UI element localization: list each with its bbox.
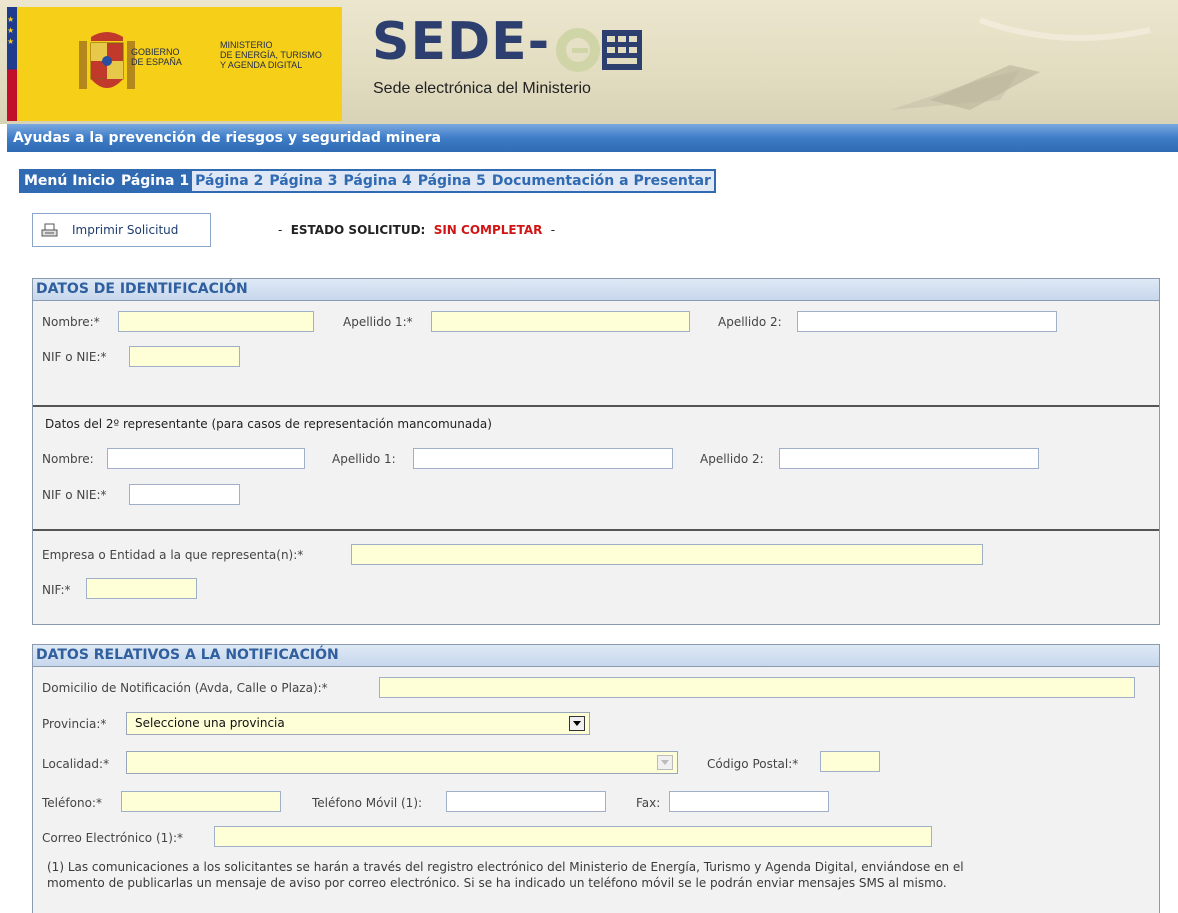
page-title: Ayudas a la prevención de riesgos y segu…: [7, 124, 1178, 152]
notification-footnote: (1) Las comunicaciones a los solicitante…: [47, 859, 964, 891]
notification-section-title: DATOS RELATIVOS A LA NOTIFICACIÓN: [33, 645, 1159, 667]
eu-stars-icon: ★ ★ ★: [7, 15, 15, 46]
tab-pagina-1[interactable]: Página 1: [117, 171, 193, 191]
apellido2-input[interactable]: [797, 311, 1057, 332]
nombre-label: Nombre:*: [42, 315, 100, 329]
printer-icon: [41, 223, 58, 236]
rep2-nombre-input[interactable]: [107, 448, 305, 469]
empresa-label: Empresa o Entidad a la que representa(n)…: [42, 548, 304, 562]
provincia-select[interactable]: Seleccione una provincia: [126, 712, 590, 735]
tab-menu-inicio[interactable]: Menú Inicio: [21, 171, 118, 191]
nif-input[interactable]: [129, 346, 240, 367]
tab-documentacion[interactable]: Documentación a Presentar: [489, 171, 714, 191]
telefono-label: Teléfono:*: [42, 796, 102, 810]
rep2-nif-label: NIF o NIE:*: [42, 488, 107, 502]
status-dash-left: -: [278, 223, 283, 237]
domicilio-input[interactable]: [379, 677, 1135, 698]
tab-pagina-2[interactable]: Página 2: [192, 171, 266, 191]
sede-subtitle: Sede electrónica del Ministerio: [373, 80, 591, 97]
government-logo-block: GOBIERNO DE ESPAÑA MINISTERIO DE ENERGÍA,…: [17, 7, 342, 121]
print-button[interactable]: Imprimir Solicitud: [32, 213, 211, 247]
correo-input[interactable]: [214, 826, 932, 847]
nombre-input[interactable]: [118, 311, 314, 332]
government-label: GOBIERNO DE ESPAÑA: [131, 47, 182, 67]
header-banner: ★ ★ ★ GOBIERNO DE ESPAÑA MINISTERIO DE ENER…: [0, 0, 1178, 124]
rep2-apellido1-input[interactable]: [413, 448, 673, 469]
tab-pagina-4[interactable]: Página 4: [341, 171, 415, 191]
second-representative-title: Datos del 2º representante (para casos d…: [45, 417, 492, 431]
coat-of-arms-icon: [79, 32, 135, 89]
provincia-select-value: Seleccione una provincia: [135, 716, 285, 730]
telefono-input[interactable]: [121, 791, 281, 812]
rep2-apellido2-label: Apellido 2:: [700, 452, 764, 466]
tab-pagina-5[interactable]: Página 5: [415, 171, 489, 191]
application-status: - ESTADO SOLICITUD: SIN COMPLETAR -: [278, 223, 555, 237]
rep2-apellido1-label: Apellido 1:: [332, 452, 396, 466]
print-button-label: Imprimir Solicitud: [72, 223, 179, 237]
chevron-down-icon: [657, 755, 673, 770]
sede-logo-text: SEDE-: [372, 12, 551, 72]
rep2-apellido2-input[interactable]: [779, 448, 1039, 469]
empresa-nif-label: NIF:*: [42, 583, 71, 597]
codigo-postal-label: Código Postal:*: [707, 757, 799, 771]
empresa-nif-input[interactable]: [86, 578, 197, 599]
tab-bar: Menú Inicio Página 1 Página 2 Página 3 P…: [19, 169, 716, 193]
decorative-background-image: [890, 17, 1151, 110]
chevron-down-icon: [569, 716, 585, 731]
rep2-nombre-label: Nombre:: [42, 452, 94, 466]
fax-input[interactable]: [669, 791, 829, 812]
footnote-line-2: momento de publicarlas un mensaje de avi…: [47, 876, 947, 890]
movil-label: Teléfono Móvil (1):: [312, 796, 423, 810]
localidad-label: Localidad:*: [42, 757, 110, 771]
status-dash-right: -: [550, 223, 556, 237]
codigo-postal-input[interactable]: [820, 751, 880, 772]
apellido1-label: Apellido 1:*: [343, 315, 413, 329]
sede-e-logo-icon: [556, 28, 600, 72]
rep2-nif-input[interactable]: [129, 484, 240, 505]
identification-section: DATOS DE IDENTIFICACIÓN Nombre:* Apellid…: [32, 278, 1160, 625]
company-block: Empresa o Entidad a la que representa(n)…: [33, 529, 1159, 624]
status-label: ESTADO SOLICITUD:: [290, 223, 426, 237]
ministry-label: MINISTERIO DE ENERGÍA, TURISMO Y AGENDA …: [220, 40, 322, 70]
correo-label: Correo Electrónico (1):*: [42, 831, 183, 845]
second-representative-block: Datos del 2º representante (para casos d…: [33, 405, 1159, 531]
provincia-label: Provincia:*: [42, 717, 107, 731]
tab-pagina-3[interactable]: Página 3: [266, 171, 340, 191]
apellido1-input[interactable]: [431, 311, 690, 332]
status-badge: SIN COMPLETAR: [433, 223, 543, 237]
nif-label: NIF o NIE:*: [42, 350, 107, 364]
empresa-input[interactable]: [351, 544, 983, 565]
domicilio-label: Domicilio de Notificación (Avda, Calle o…: [42, 681, 328, 695]
footnote-line-1: (1) Las comunicaciones a los solicitante…: [47, 860, 964, 874]
fax-label: Fax:: [636, 796, 661, 810]
notification-section: DATOS RELATIVOS A LA NOTIFICACIÓN Domici…: [32, 644, 1160, 913]
apellido2-label: Apellido 2:: [718, 315, 782, 329]
identification-section-title: DATOS DE IDENTIFICACIÓN: [33, 279, 1159, 301]
localidad-select[interactable]: [126, 751, 678, 774]
movil-input[interactable]: [446, 791, 606, 812]
building-grid-icon: [602, 30, 642, 70]
